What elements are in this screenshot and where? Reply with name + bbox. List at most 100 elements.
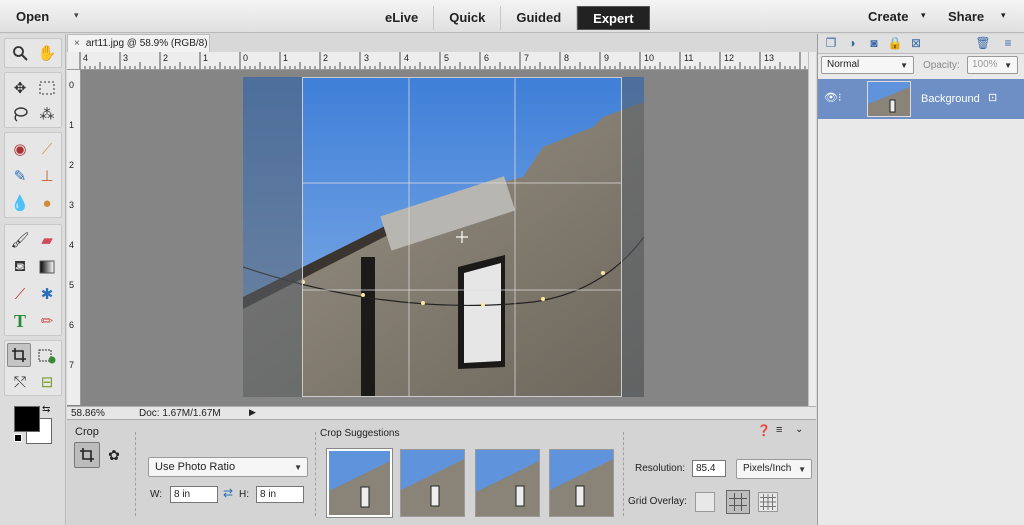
ruler-label: 3 [364,53,370,63]
sponge-icon[interactable]: ● [35,191,59,215]
smart-brush-icon[interactable]: ✎ [8,164,32,188]
grid-thirds-option[interactable] [726,490,750,514]
grid-grid-option[interactable] [758,492,778,512]
create-dropdown-icon[interactable]: ▾ [921,10,926,21]
height-field[interactable]: 8 in [256,486,304,503]
lock-all-icon[interactable]: 🔒 [887,36,903,52]
brush-icon[interactable]: 🖌 [8,228,32,252]
type-icon[interactable]: T [8,309,32,333]
ruler-label: 7 [69,360,75,370]
open-dropdown-icon[interactable]: ▾ [74,10,79,21]
resolution-unit-select[interactable]: Pixels/Inch ▼ [736,459,812,479]
spot-heal-icon[interactable]: ⟋ [35,137,59,161]
lock-transparent-icon[interactable]: ⊠ [908,36,924,52]
close-document-icon[interactable]: × [74,38,80,49]
ruler-label: 3 [123,53,129,63]
marquee-icon[interactable] [35,76,59,100]
photo-canvas[interactable] [243,77,644,397]
chevron-down-icon: ▼ [294,463,302,472]
ruler-label: 4 [69,240,75,250]
clone-stamp-icon[interactable]: ⊥ [35,164,59,188]
cookie-cutter-icon[interactable]: ✿ [101,442,127,468]
mode-elive[interactable]: eLive [370,6,435,30]
zoom-icon[interactable] [8,41,32,65]
width-label: W: [150,489,163,500]
crop-suggestion-1[interactable] [327,449,392,517]
suggestion-thumbnail [329,451,390,515]
default-colors-icon[interactable] [14,434,22,442]
collapse-icon[interactable]: ⌄ [795,424,803,435]
options-menu-icon[interactable]: ≡ [776,424,782,436]
layer-lock-icon[interactable]: ⊡ [988,91,997,104]
ruler-label: 4 [83,53,89,63]
gradient-icon[interactable] [35,255,59,279]
crop-suggestion-2[interactable] [400,449,465,517]
new-layer-icon[interactable]: ❐ [823,36,839,52]
ruler-label: 5 [69,280,75,290]
lasso-icon[interactable] [8,102,32,126]
mode-expert[interactable]: Expert [577,6,650,30]
suggestion-thumbnail [401,450,464,516]
link-icon[interactable]: ⁝ [838,91,842,104]
layer-mask-icon[interactable]: ◙ [866,36,882,52]
magic-wand-icon[interactable]: ⁂ [35,102,59,126]
crop-mode-icon[interactable] [74,442,100,468]
layer-name[interactable]: Background [921,93,980,105]
layer-row[interactable]: 👁 ⁝ Background ⊡ [818,79,1024,119]
pencil-icon[interactable]: ✏ [35,309,59,333]
divider [135,432,136,516]
custom-shape-icon[interactable]: ✱ [35,282,59,306]
share-button[interactable]: Share [948,9,984,24]
width-field[interactable]: 8 in [170,486,218,503]
delete-layer-icon[interactable]: 🗑 [975,36,991,52]
swap-dimensions-icon[interactable]: ⇄ [223,486,233,500]
resolution-label: Resolution: [635,463,686,474]
recompose-icon[interactable] [35,344,59,368]
blend-mode-select[interactable]: Normal ▼ [821,56,914,74]
divider [623,432,624,516]
crop-icon[interactable] [7,343,31,367]
panel-menu-icon[interactable]: ≡ [1000,36,1016,52]
resolution-field[interactable]: 85.4 [692,460,726,477]
paint-bucket-icon[interactable]: ⛾ [8,255,32,279]
foreground-color-swatch[interactable] [14,406,40,432]
hand-icon[interactable]: ✋ [35,41,59,65]
content-aware-move-icon[interactable]: ⤲ [8,370,32,394]
adjustment-layer-icon[interactable]: ◑ [844,36,860,52]
ruler-label: 13 [764,53,775,63]
opacity-label: Opacity: [923,60,960,71]
open-button[interactable]: Open [16,9,49,24]
photo-image [243,77,644,397]
red-eye-icon[interactable]: ◉ [8,137,32,161]
visibility-eye-icon[interactable]: 👁 [824,91,838,104]
ruler-vertical: 0 1 2 3 4 5 6 7 [67,70,81,405]
resolution-unit-value: Pixels/Inch [743,463,792,474]
ruler-label: 4 [404,53,410,63]
document-tab[interactable]: × art11.jpg @ 58.9% (RGB/8) [67,34,210,52]
share-dropdown-icon[interactable]: ▾ [1001,10,1006,21]
chevron-down-icon: ▼ [900,61,908,70]
modify-tools: ⤲ ⊟ [4,340,62,396]
create-button[interactable]: Create [868,9,908,24]
ratio-select[interactable]: Use Photo Ratio ▼ [148,457,308,477]
blur-icon[interactable]: 💧 [8,191,32,215]
ruler-label: 2 [69,160,75,170]
mode-quick[interactable]: Quick [434,6,502,30]
mode-guided[interactable]: Guided [501,6,578,30]
grid-none-option[interactable] [695,492,715,512]
status-menu-icon[interactable]: ▶ [249,407,256,418]
help-icon[interactable]: ❓ [757,424,771,437]
vertical-scrollbar[interactable] [808,52,816,406]
crop-suggestion-3[interactable] [475,449,540,517]
zoom-level[interactable]: 58.86% [71,408,105,419]
move-icon[interactable]: ✥ [8,76,32,100]
swap-colors-icon[interactable]: ⇆ [42,404,50,415]
straighten-icon[interactable]: ⊟ [35,370,59,394]
eyedropper-icon[interactable]: ⟋ [8,282,32,306]
opacity-field[interactable]: 100% ▼ [967,56,1018,74]
blend-mode-value: Normal [827,59,860,70]
eraser-icon[interactable]: ▰ [35,228,59,252]
ruler-label: 8 [564,53,570,63]
ruler-label: 3 [69,200,75,210]
crop-suggestion-4[interactable] [549,449,614,517]
